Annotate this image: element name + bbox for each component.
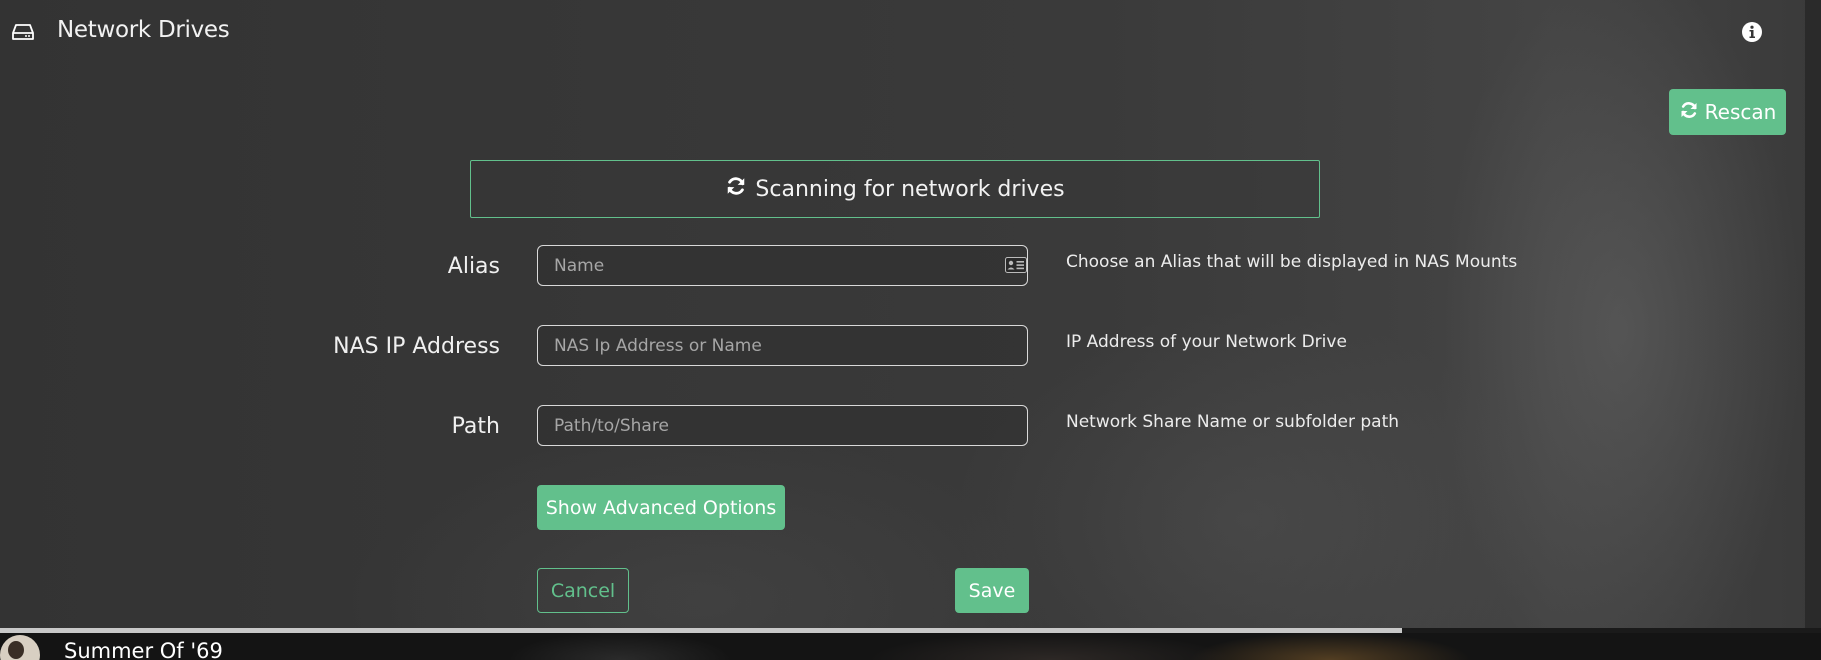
rescan-label: Rescan	[1704, 100, 1777, 124]
nas-ip-label: NAS IP Address	[333, 334, 500, 359]
player-backdrop	[0, 633, 1821, 660]
path-help-text: Network Share Name or subfolder path	[1066, 412, 1400, 432]
album-art-figure	[8, 641, 24, 659]
alias-label: Alias	[447, 254, 500, 279]
page-header: Network Drives	[0, 0, 1805, 64]
nas-ip-input[interactable]	[537, 325, 1028, 366]
scan-status-text: Scanning for network drives	[755, 176, 1065, 202]
rescan-button[interactable]: Rescan	[1669, 89, 1786, 135]
refresh-icon	[1679, 100, 1699, 125]
page-title: Network Drives	[57, 17, 230, 43]
alias-help-text: Choose an Alias that will be displayed i…	[1066, 252, 1518, 272]
now-playing-bar: Summer Of '69	[0, 633, 1821, 660]
cancel-button[interactable]: Cancel	[537, 568, 629, 613]
alias-input[interactable]	[537, 245, 1028, 286]
scan-status-banner: Scanning for network drives	[470, 160, 1320, 218]
info-circle-icon[interactable]	[1741, 21, 1763, 43]
path-input[interactable]	[537, 405, 1028, 446]
show-advanced-options-button[interactable]: Show Advanced Options	[537, 485, 785, 530]
scrollbar-track[interactable]	[1805, 0, 1821, 630]
refresh-icon	[725, 175, 747, 203]
contact-card-icon	[1005, 257, 1027, 273]
track-title[interactable]: Summer Of '69	[64, 639, 223, 660]
nas-ip-help-text: IP Address of your Network Drive	[1066, 332, 1347, 352]
save-button[interactable]: Save	[955, 568, 1029, 613]
path-label: Path	[451, 414, 500, 439]
hard-drive-icon	[11, 20, 35, 44]
